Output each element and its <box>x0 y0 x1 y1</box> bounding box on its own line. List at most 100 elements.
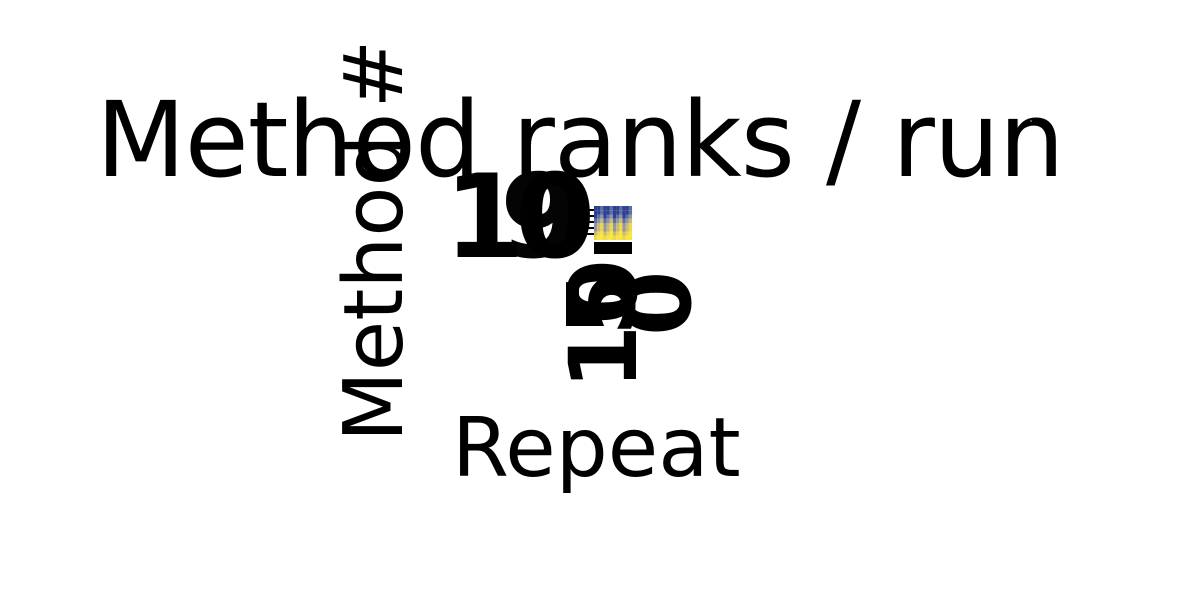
heatmap-cell <box>622 218 626 224</box>
heatmap-cell <box>616 206 620 211</box>
heatmap-cell <box>619 210 623 215</box>
heatmap-cell <box>616 223 620 228</box>
heatmap-cell <box>628 214 633 219</box>
heatmap-cell <box>609 223 614 228</box>
heatmap-cell <box>622 235 626 241</box>
heatmap-cell <box>628 235 633 241</box>
heatmap-cell <box>606 210 610 215</box>
heatmap-cell <box>609 235 614 241</box>
y-tick-mark <box>581 233 594 235</box>
heatmap-cell <box>606 218 610 224</box>
heatmap-cell <box>625 210 629 215</box>
heatmap-cell <box>600 227 604 232</box>
heatmap-cell <box>606 227 610 232</box>
heatmap-cell <box>600 210 604 215</box>
heatmap-cell <box>619 235 623 241</box>
heatmap-cell <box>606 206 610 211</box>
heatmap-cell <box>613 214 617 219</box>
heatmap-cell <box>600 231 604 236</box>
heatmap-cell <box>603 206 607 211</box>
heatmap-cell <box>606 223 610 228</box>
heatmap-cell <box>603 223 607 228</box>
x-axis-label: Repeat <box>452 401 741 496</box>
heatmap-cell <box>606 235 610 241</box>
heatmap-cell <box>622 227 626 232</box>
plot-artifact-dot <box>1030 120 1032 122</box>
y-tick-mark <box>581 215 594 217</box>
heatmap-cell <box>597 231 601 236</box>
heatmap-cell <box>628 206 633 211</box>
heatmap-cell <box>613 235 617 241</box>
heatmap-cell <box>616 210 620 215</box>
heatmap-cell <box>606 231 610 236</box>
heatmap-cell <box>616 227 620 232</box>
heatmap-cell <box>594 206 598 211</box>
heatmap-cell <box>628 223 633 228</box>
heatmap-cell <box>597 227 601 232</box>
heatmap-cell <box>613 223 617 228</box>
heatmap-cell <box>619 218 623 224</box>
heatmap-cell <box>600 235 604 241</box>
heatmap-cell <box>616 214 620 219</box>
heatmap-cell <box>600 218 604 224</box>
heatmap-cell <box>594 235 598 241</box>
heatmap-cell <box>628 210 633 215</box>
heatmap-cell <box>600 223 604 228</box>
heatmap-cell <box>613 231 617 236</box>
heatmap-cell <box>613 227 617 232</box>
heatmap-cell <box>597 218 601 224</box>
heatmap-cell <box>609 231 614 236</box>
heatmap-cell <box>597 210 601 215</box>
heatmap-cell <box>622 223 626 228</box>
heatmap-cell <box>594 227 598 232</box>
heatmap-cell <box>594 214 598 219</box>
heatmap-cell <box>609 206 614 211</box>
heatmap-cell <box>613 218 617 224</box>
heatmap-cell <box>597 214 601 219</box>
heatmap-cell <box>622 231 626 236</box>
y-tick-mark <box>581 221 594 223</box>
heatmap-cell <box>613 210 617 215</box>
x-axis-tick-bar <box>594 242 632 254</box>
heatmap-cell <box>616 231 620 236</box>
heatmap-cell <box>625 231 629 236</box>
chart-figure: Method ranks / run 10 9 10 5 0 Repeat Me… <box>0 0 1200 600</box>
heatmap-cell <box>625 206 629 211</box>
x-tick-label-0: 0 <box>604 270 713 336</box>
heatmap-cell <box>625 227 629 232</box>
heatmap-cell <box>619 223 623 228</box>
heatmap-cell <box>625 235 629 241</box>
heatmap-cell <box>594 218 598 224</box>
heatmap-cell <box>625 218 629 224</box>
heatmap-cell <box>600 206 604 211</box>
heatmap-cell <box>603 214 607 219</box>
heatmap-cell <box>613 206 617 211</box>
y-axis-label: Method # <box>327 39 422 442</box>
heatmap-cell <box>622 210 626 215</box>
heatmap-cell <box>597 223 601 228</box>
heatmap-cell <box>628 227 633 232</box>
heatmap-cell <box>619 227 623 232</box>
heatmap-cell <box>597 206 601 211</box>
heatmap-cell <box>609 214 614 219</box>
heatmap-cell <box>603 231 607 236</box>
heatmap-cell <box>628 218 633 224</box>
heatmap-cell <box>603 227 607 232</box>
heatmap-cell <box>594 223 598 228</box>
heatmap-cell <box>594 231 598 236</box>
y-tick-mark <box>581 209 594 211</box>
heatmap-cell <box>619 214 623 219</box>
heatmap-cell <box>628 231 633 236</box>
heatmap-cell <box>603 210 607 215</box>
y-tick-mark <box>581 227 594 229</box>
heatmap-cell <box>603 235 607 241</box>
heatmap-cell <box>609 210 614 215</box>
heatmap-cell <box>616 218 620 224</box>
heatmap-cell <box>603 218 607 224</box>
heatmap-cell <box>600 214 604 219</box>
heatmap-cell <box>619 206 623 211</box>
heatmap-cell <box>594 210 598 215</box>
heatmap-cell <box>597 235 601 241</box>
heatmap-cell <box>622 214 626 219</box>
heatmap-cell <box>625 214 629 219</box>
